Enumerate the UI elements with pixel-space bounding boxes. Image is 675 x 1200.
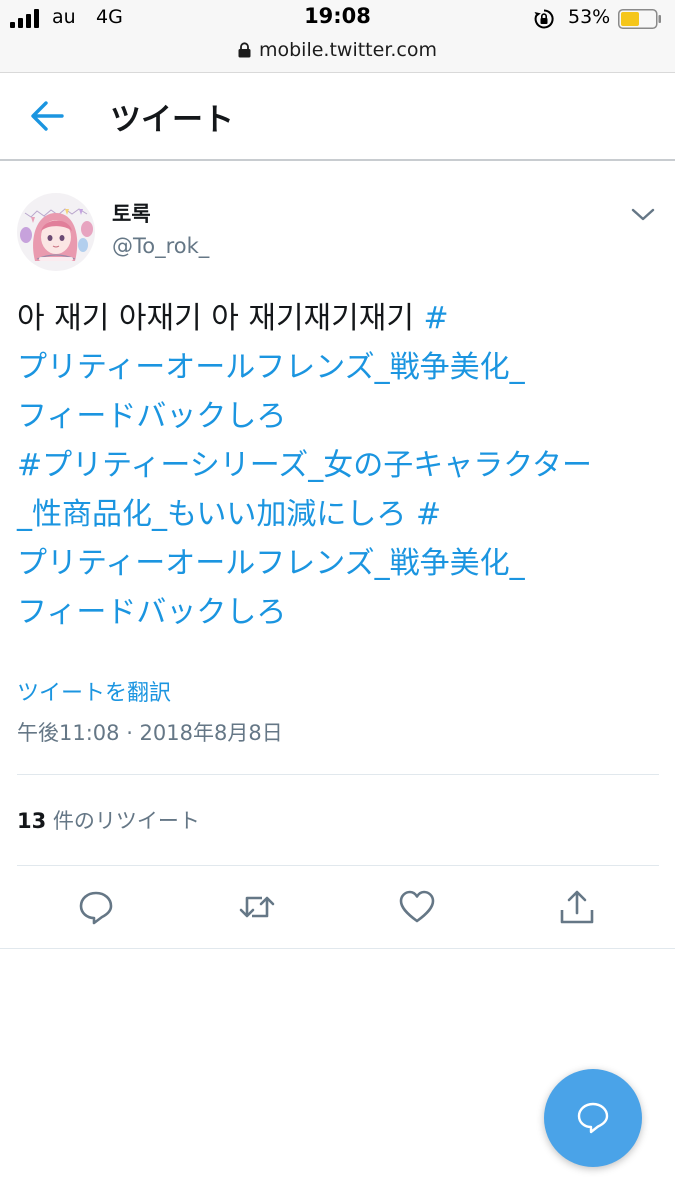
retweet-count-label: 件のリツイート [46, 809, 200, 833]
avatar-image [17, 193, 95, 271]
like-icon [399, 890, 435, 923]
chevron-down-icon [631, 208, 655, 221]
address-bar[interactable]: mobile.twitter.com [0, 36, 675, 64]
retweet-count-link[interactable]: 13 件のリツイート [17, 805, 200, 835]
tweet-timestamp: 午後11:08 · 2018年8月8日 [17, 721, 283, 745]
hashtag-link[interactable]: プリティーオールフレンズ_戦争美化_ [17, 546, 525, 581]
tweet-text-line: プリティーオールフレンズ_戦争美化_ [17, 343, 657, 392]
battery-icon [618, 9, 661, 29]
compose-reply-icon [577, 1102, 609, 1134]
hashtag-link[interactable]: プリティーオールフレンズ_戦争美化_ [17, 350, 525, 385]
tweet-text-segment: 아 재기 아재기 아 재기재기재기 [17, 301, 424, 336]
reply-button[interactable] [77, 888, 115, 926]
lock-icon [238, 42, 251, 58]
hashtag-link[interactable]: #プリティーシリーズ_女の子キャラクター [17, 448, 592, 483]
tweet-text: 아 재기 아재기 아 재기재기재기 # プリティーオールフレンズ_戦争美化_ フィー… [17, 294, 657, 637]
tweet-text-line: #プリティーシリーズ_女の子キャラクター [17, 441, 657, 490]
hashtag-link[interactable]: フィードバックしろ [17, 595, 286, 630]
hashtag-link[interactable]: # [416, 497, 441, 532]
translate-tweet-link[interactable]: ツイートを翻訳 [17, 675, 171, 707]
reply-icon [79, 891, 113, 925]
hashtag-link[interactable]: フィードバックしろ [17, 399, 286, 434]
tweet-text-line: フィードバックしろ [17, 588, 657, 637]
page-title: ツイート [110, 102, 234, 138]
divider [17, 774, 659, 775]
divider [0, 948, 675, 949]
battery-percent: 53% [568, 6, 611, 28]
tweet-text-line: フィードバックしろ [17, 392, 657, 441]
tweet-menu-button[interactable] [628, 203, 658, 225]
hashtag-link[interactable]: _性商品化_もいい加減にしろ [17, 497, 406, 532]
tweet-text-segment [406, 497, 416, 532]
browser-status-bar: au 4G 19:08 53% mobile.twitter.com [0, 0, 675, 73]
back-button[interactable] [22, 95, 74, 137]
avatar[interactable] [17, 193, 95, 271]
divider [17, 865, 659, 866]
retweet-icon [239, 896, 275, 918]
tweet-text-line: 아 재기 아재기 아 재기재기재기 # [17, 294, 657, 343]
rotation-lock-icon [534, 9, 554, 29]
share-button[interactable] [558, 888, 596, 926]
retweet-count: 13 [17, 809, 47, 833]
hashtag-link[interactable]: # [423, 301, 448, 336]
retweet-button[interactable] [238, 888, 276, 926]
page-header: ツイート [0, 73, 675, 161]
share-icon [560, 890, 594, 924]
compose-reply-button[interactable] [544, 1069, 642, 1167]
arrow-left-icon [31, 101, 64, 131]
author-display-name[interactable]: 토록 [112, 198, 151, 228]
author-handle: @To_rok_ [112, 234, 210, 258]
page-url: mobile.twitter.com [258, 39, 438, 61]
tweet-text-line: _性商品化_もいい加減にしろ # [17, 490, 657, 539]
tweet-text-line: プリティーオールフレンズ_戦争美化_ [17, 539, 657, 588]
like-button[interactable] [398, 888, 436, 926]
